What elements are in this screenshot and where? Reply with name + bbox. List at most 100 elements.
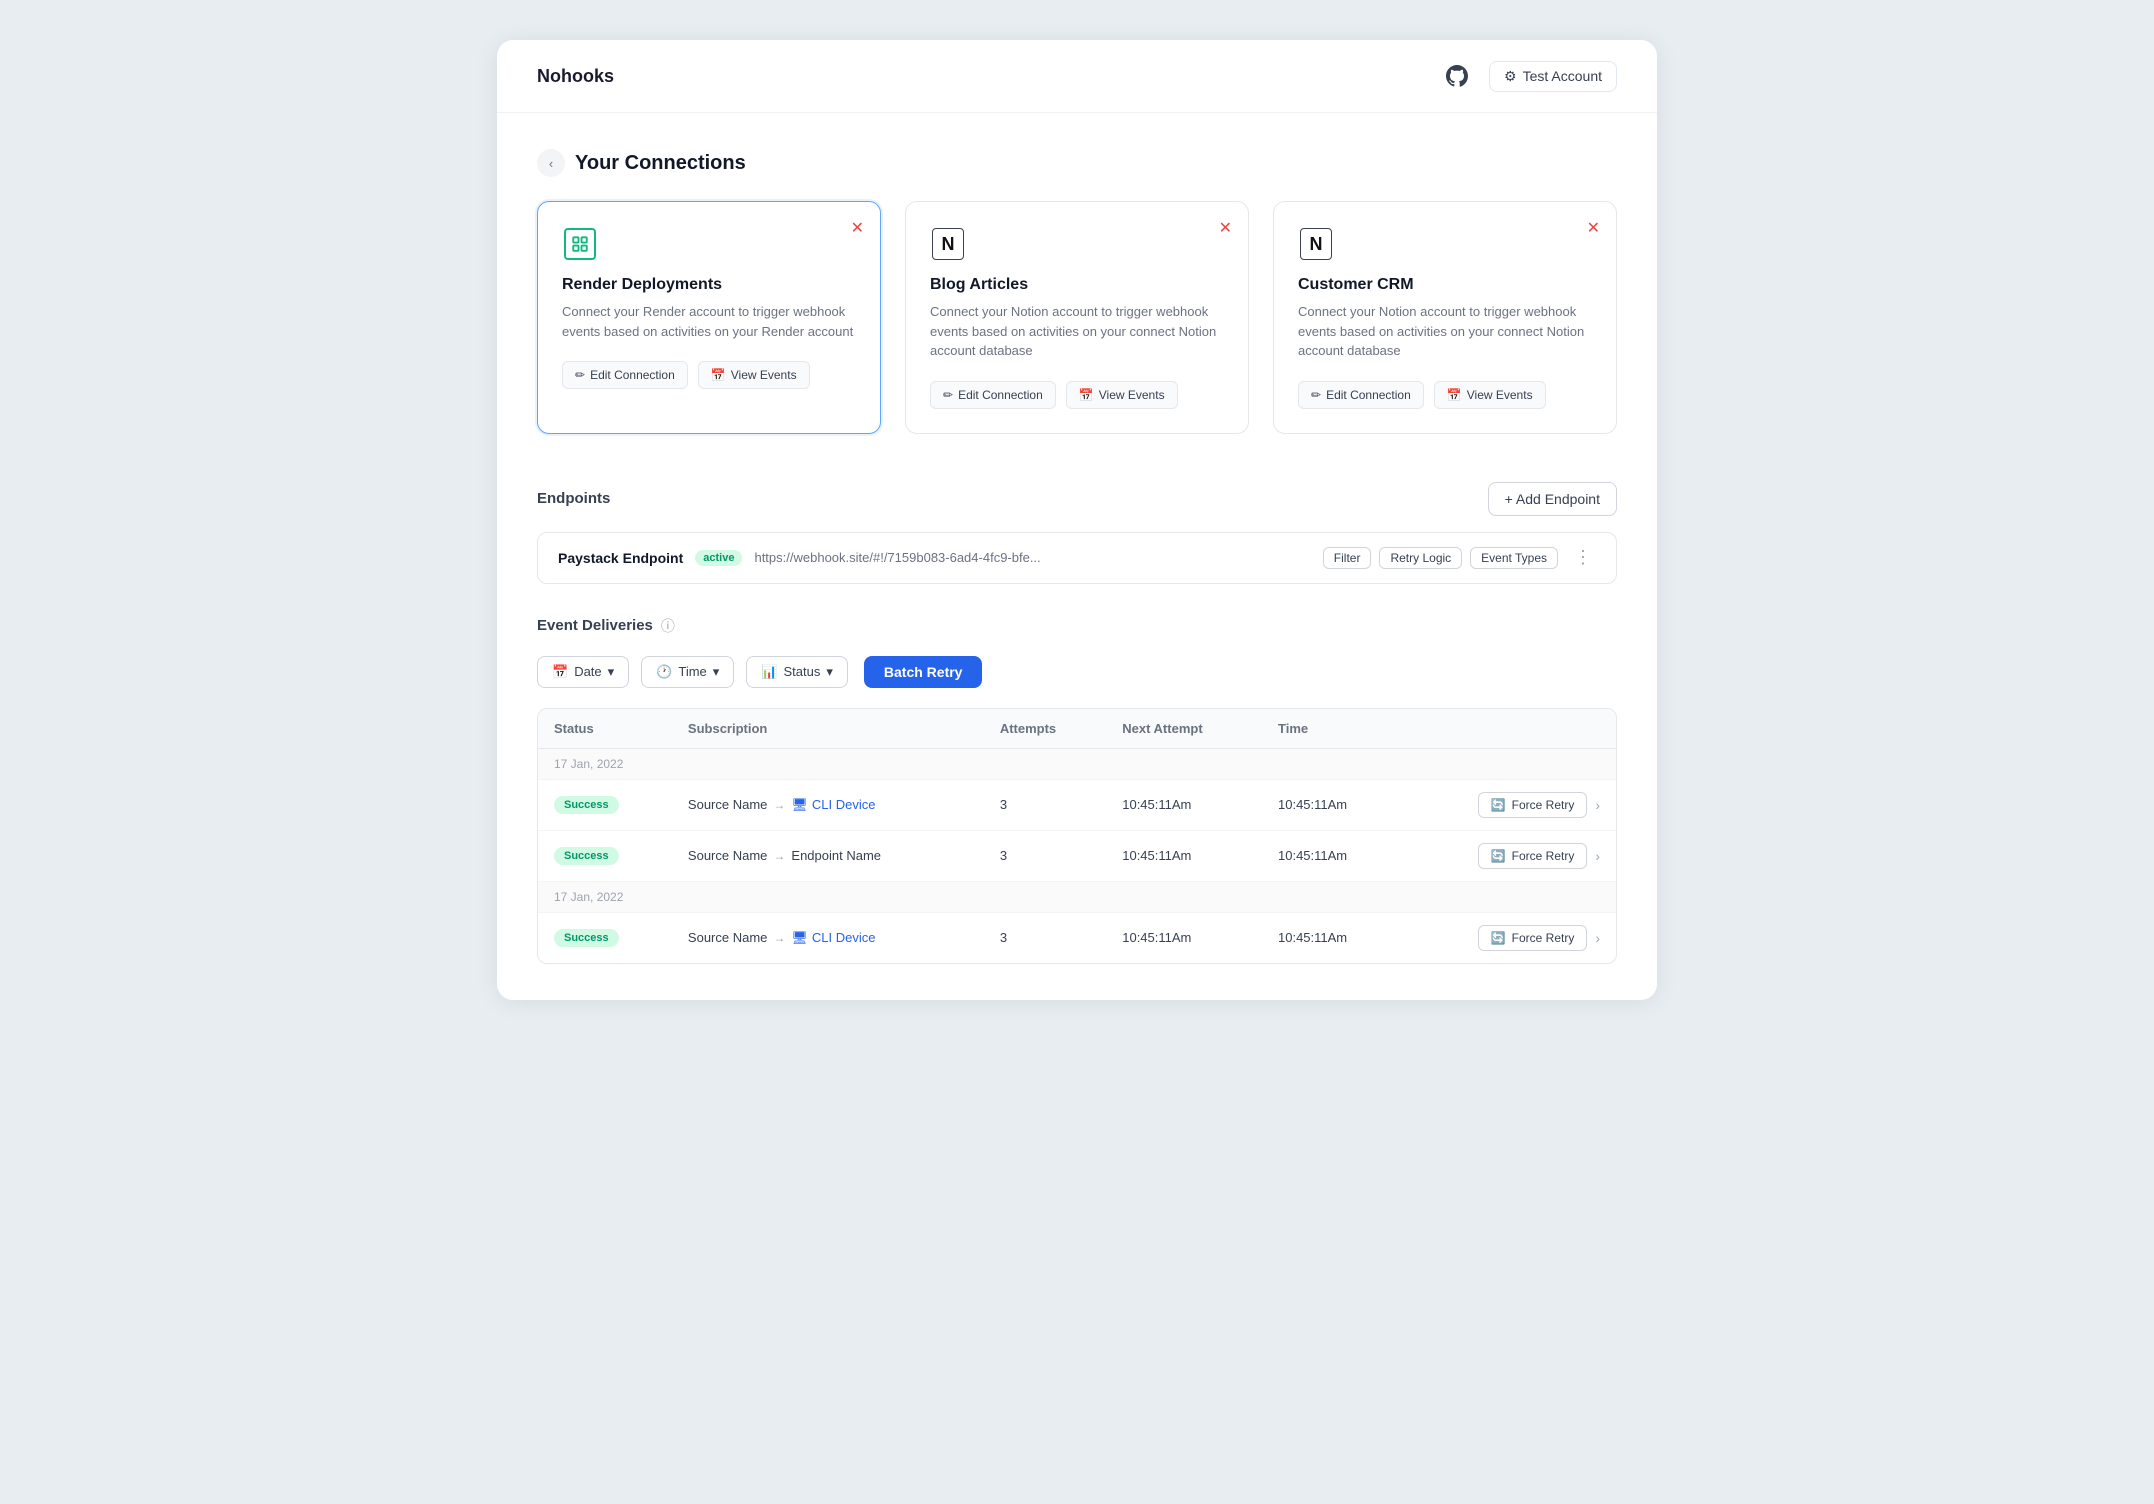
- blog-card-actions: ✏ Edit Connection 📅 View Events: [930, 381, 1224, 409]
- date-filter-button[interactable]: 📅 Date ▾: [537, 656, 629, 688]
- subscription-cell-2: Source Name → Endpoint Name: [672, 830, 984, 881]
- test-account-button[interactable]: ⚙ Test Account: [1489, 61, 1617, 92]
- connection-card-crm: ✕ N Customer CRM Connect your Notion acc…: [1273, 201, 1617, 434]
- endpoint-name-cell-2: Endpoint Name: [791, 848, 881, 863]
- chevron-down-time: ▾: [713, 664, 720, 680]
- endpoints-title: Endpoints: [537, 490, 610, 507]
- retry-icon-1: 🔄: [1491, 798, 1506, 812]
- status-cell-3: Success: [538, 912, 672, 963]
- connections-grid: ✕ Render Deployments Connect your Render…: [537, 201, 1617, 434]
- date-label-2: 17 Jan, 2022: [538, 881, 1616, 912]
- cli-icon-1: 🖥: [791, 797, 808, 813]
- time-cell-3: 10:45:11Am: [1262, 912, 1402, 963]
- notion-icon-blog: N: [930, 226, 966, 262]
- status-badge-2: Success: [554, 847, 619, 865]
- render-card-actions: ✏ Edit Connection 📅 View Events: [562, 361, 856, 389]
- status-badge-1: Success: [554, 796, 619, 814]
- chevron-down-date: ▾: [608, 664, 615, 680]
- cli-device-link-3[interactable]: 🖥 CLI Device: [791, 930, 875, 946]
- arrow-icon-1: →: [773, 798, 785, 812]
- delete-crm-button[interactable]: ✕: [1587, 218, 1600, 238]
- blog-card-title: Blog Articles: [930, 276, 1224, 294]
- edit-crm-button[interactable]: ✏ Edit Connection: [1298, 381, 1424, 409]
- cli-device-link-1[interactable]: 🖥 CLI Device: [791, 797, 875, 813]
- clock-icon: 🕐: [656, 664, 672, 680]
- batch-retry-button[interactable]: Batch Retry: [864, 656, 983, 688]
- cli-icon-3: 🖥: [791, 930, 808, 946]
- table-row: Success Source Name → Endpoint Name 3 10…: [538, 830, 1616, 881]
- filters-row: 📅 Date ▾ 🕐 Time ▾ 📊 Status ▾ Batch Retry: [537, 656, 1617, 688]
- endpoint-status-badge: active: [695, 550, 742, 566]
- render-card-desc: Connect your Render account to trigger w…: [562, 302, 856, 341]
- view-blog-events-button[interactable]: 📅 View Events: [1066, 381, 1178, 409]
- blog-card-desc: Connect your Notion account to trigger w…: [930, 302, 1224, 361]
- col-time: Time: [1262, 709, 1402, 749]
- attempts-cell-1: 3: [984, 779, 1106, 830]
- back-button[interactable]: ‹: [537, 149, 565, 177]
- date-group-2: 17 Jan, 2022: [538, 881, 1616, 912]
- notion-icon-crm: N: [1298, 226, 1334, 262]
- view-render-events-button[interactable]: 📅 View Events: [698, 361, 810, 389]
- event-deliveries-table: Status Subscription Attempts Next Attemp…: [537, 708, 1617, 964]
- row-chevron-2[interactable]: ›: [1595, 848, 1600, 864]
- force-retry-button-3[interactable]: 🔄 Force Retry: [1478, 925, 1588, 951]
- delete-render-button[interactable]: ✕: [851, 218, 864, 238]
- col-status: Status: [538, 709, 672, 749]
- time-filter-button[interactable]: 🕐 Time ▾: [641, 656, 734, 688]
- crm-card-title: Customer CRM: [1298, 276, 1592, 294]
- row-chevron-1[interactable]: ›: [1595, 797, 1600, 813]
- edit-icon: ✏: [943, 388, 953, 402]
- col-next-attempt: Next Attempt: [1106, 709, 1262, 749]
- connection-card-render: ✕ Render Deployments Connect your Render…: [537, 201, 881, 434]
- subscription-cell-3: Source Name → 🖥 CLI Device: [672, 912, 984, 963]
- add-endpoint-button[interactable]: + Add Endpoint: [1488, 482, 1617, 516]
- render-card-title: Render Deployments: [562, 276, 856, 294]
- endpoint-name: Paystack Endpoint: [558, 550, 683, 566]
- render-icon: [562, 226, 598, 262]
- info-icon: ⓘ: [661, 616, 675, 636]
- status-cell-2: Success: [538, 830, 672, 881]
- delete-blog-button[interactable]: ✕: [1219, 218, 1232, 238]
- edit-render-button[interactable]: ✏ Edit Connection: [562, 361, 688, 389]
- actions-cell-1: 🔄 Force Retry ›: [1402, 779, 1616, 830]
- force-retry-button-2[interactable]: 🔄 Force Retry: [1478, 843, 1588, 869]
- next-attempt-cell-2: 10:45:11Am: [1106, 830, 1262, 881]
- col-attempts: Attempts: [984, 709, 1106, 749]
- connections-section-header: ‹ Your Connections: [537, 149, 1617, 177]
- force-retry-button-1[interactable]: 🔄 Force Retry: [1478, 792, 1588, 818]
- attempts-cell-3: 3: [984, 912, 1106, 963]
- filter-tag-button[interactable]: Filter: [1323, 547, 1372, 569]
- endpoint-tags: Filter Retry Logic Event Types: [1323, 547, 1558, 569]
- calendar-icon: 📅: [711, 368, 726, 382]
- view-crm-events-button[interactable]: 📅 View Events: [1434, 381, 1546, 409]
- retry-logic-tag-button[interactable]: Retry Logic: [1379, 547, 1462, 569]
- retry-icon-2: 🔄: [1491, 849, 1506, 863]
- github-icon[interactable]: [1441, 60, 1473, 92]
- next-attempt-cell-3: 10:45:11Am: [1106, 912, 1262, 963]
- endpoint-more-button[interactable]: ⋮: [1570, 547, 1596, 568]
- app-container: Nohooks ⚙ Test Account ‹ Your Connection…: [497, 40, 1657, 1000]
- actions-cell-3: 🔄 Force Retry ›: [1402, 912, 1616, 963]
- deliveries-title: Event Deliveries: [537, 617, 653, 634]
- table-row: Success Source Name → 🖥 CLI Device: [538, 912, 1616, 963]
- connections-title: Your Connections: [575, 152, 746, 175]
- crm-card-actions: ✏ Edit Connection 📅 View Events: [1298, 381, 1592, 409]
- status-cell-1: Success: [538, 779, 672, 830]
- crm-card-desc: Connect your Notion account to trigger w…: [1298, 302, 1592, 361]
- endpoint-url: https://webhook.site/#!/7159b083-6ad4-4f…: [754, 550, 1310, 565]
- event-types-tag-button[interactable]: Event Types: [1470, 547, 1558, 569]
- user-icon: ⚙: [1504, 68, 1517, 85]
- endpoint-row: Paystack Endpoint active https://webhook…: [537, 532, 1617, 584]
- logo: Nohooks: [537, 66, 614, 87]
- row-chevron-3[interactable]: ›: [1595, 930, 1600, 946]
- date-group-1: 17 Jan, 2022: [538, 748, 1616, 779]
- chevron-down-status: ▾: [826, 664, 833, 680]
- endpoints-header: Endpoints + Add Endpoint: [537, 482, 1617, 516]
- status-badge-3: Success: [554, 929, 619, 947]
- edit-icon: ✏: [575, 368, 585, 382]
- edit-blog-button[interactable]: ✏ Edit Connection: [930, 381, 1056, 409]
- header-right: ⚙ Test Account: [1441, 60, 1617, 92]
- deliveries-header: Event Deliveries ⓘ: [537, 616, 1617, 636]
- attempts-cell-2: 3: [984, 830, 1106, 881]
- status-filter-button[interactable]: 📊 Status ▾: [746, 656, 848, 688]
